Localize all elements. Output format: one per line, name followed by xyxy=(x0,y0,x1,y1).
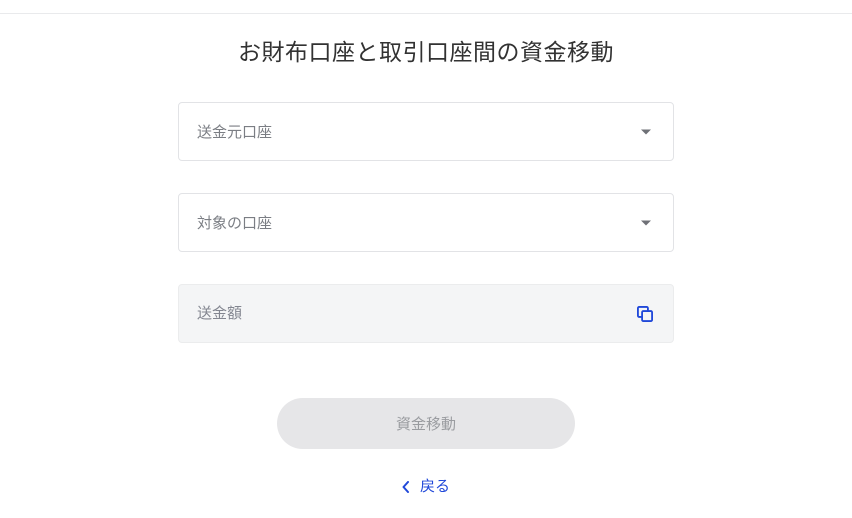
target-account-label: 対象の口座 xyxy=(197,212,272,233)
source-account-label: 送金元口座 xyxy=(197,121,272,142)
target-account-select[interactable]: 対象の口座 xyxy=(178,193,674,252)
copy-icon[interactable] xyxy=(635,304,655,324)
back-label: 戻る xyxy=(420,475,450,496)
amount-input[interactable] xyxy=(197,305,655,322)
page-title: お財布口座と取引口座間の資金移動 xyxy=(0,0,852,67)
chevron-left-icon xyxy=(402,480,410,492)
back-link[interactable]: 戻る xyxy=(178,475,674,496)
divider-line xyxy=(0,13,852,14)
transfer-form: 送金元口座 対象の口座 資金移動 戻る xyxy=(178,102,674,496)
amount-field-container xyxy=(178,284,674,343)
chevron-down-icon xyxy=(641,129,651,134)
source-account-select[interactable]: 送金元口座 xyxy=(178,102,674,161)
transfer-button[interactable]: 資金移動 xyxy=(277,398,575,449)
chevron-down-icon xyxy=(641,220,651,225)
